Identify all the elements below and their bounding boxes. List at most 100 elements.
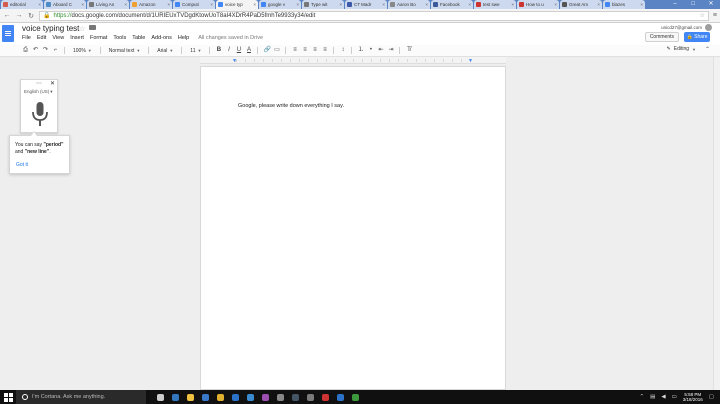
align-left-icon[interactable]: ≡ (291, 47, 298, 54)
close-tab-icon[interactable]: × (597, 2, 600, 7)
outlook-icon[interactable] (231, 393, 240, 402)
menu-item-addons[interactable]: Add-ons (151, 35, 172, 41)
xbox-icon[interactable] (351, 393, 360, 402)
avatar[interactable] (705, 24, 712, 31)
menu-item-edit[interactable]: Edit (37, 35, 46, 41)
left-indent-marker[interactable]: ▼ (232, 58, 237, 64)
close-tab-icon[interactable]: × (640, 2, 643, 7)
bold-button[interactable]: B (215, 47, 222, 54)
chrome-menu-icon[interactable]: ≡ (713, 12, 717, 19)
close-tab-icon[interactable]: × (511, 2, 514, 7)
decrease-indent-icon[interactable]: ⇤ (377, 47, 384, 54)
browser-tab[interactable]: Aboard C × (44, 0, 86, 9)
align-justify-icon[interactable]: ≡ (321, 47, 328, 54)
menu-item-insert[interactable]: Insert (70, 35, 84, 41)
steam-icon[interactable] (291, 393, 300, 402)
close-tab-icon[interactable]: × (167, 2, 170, 7)
more-options-icon[interactable]: ⋯ (36, 80, 42, 87)
document-title[interactable]: voice typing test (22, 24, 79, 33)
numbered-list-icon[interactable]: ⒈ (357, 47, 364, 54)
close-tab-icon[interactable]: × (339, 2, 342, 7)
menu-item-format[interactable]: Format (90, 35, 107, 41)
user-email[interactable]: unicd27@gmail.com (661, 25, 702, 30)
text-color-button[interactable]: A (245, 47, 252, 54)
chrome-icon[interactable] (216, 393, 225, 402)
got-it-button[interactable]: Got it (16, 162, 28, 168)
undo-icon[interactable]: ↶ (32, 47, 39, 54)
address-bar[interactable]: 🔒 https://docs.google.com/document/d/1UR… (39, 10, 709, 21)
browser-tab[interactable]: Computi × (173, 0, 215, 9)
share-button[interactable]: 🔒 Share (684, 32, 710, 42)
redo-icon[interactable]: ↷ (42, 47, 49, 54)
close-tab-icon[interactable]: × (468, 2, 471, 7)
close-tab-icon[interactable]: × (253, 2, 256, 7)
notifications-icon[interactable]: ▢ (709, 394, 714, 400)
network-icon[interactable]: ▤ (650, 394, 655, 400)
windows-start-icon[interactable] (0, 390, 16, 404)
docs-logo-icon[interactable] (2, 25, 14, 42)
file-explorer-icon[interactable] (186, 393, 195, 402)
menu-item-tools[interactable]: Tools (113, 35, 126, 41)
scrollbar[interactable] (713, 57, 720, 390)
close-tab-icon[interactable]: × (382, 2, 385, 7)
close-tab-icon[interactable]: × (38, 2, 41, 7)
browser-tab[interactable]: Amazon × (130, 0, 172, 9)
input-icon[interactable]: ▭ (672, 394, 677, 400)
microphone-icon[interactable] (31, 102, 49, 128)
browser-tab[interactable]: How to u × (517, 0, 559, 9)
browser-tab[interactable]: Living An × (87, 0, 129, 9)
music-icon[interactable] (321, 393, 330, 402)
store-icon[interactable] (201, 393, 210, 402)
align-right-icon[interactable]: ≡ (311, 47, 318, 54)
browser-tab[interactable]: test swe × (474, 0, 516, 9)
close-tab-icon[interactable]: × (296, 2, 299, 7)
menu-item-table[interactable]: Table (132, 35, 145, 41)
bookmark-star-icon[interactable]: ☆ (700, 12, 705, 19)
close-tab-icon[interactable]: × (425, 2, 428, 7)
browser-tab[interactable]: CT Madr × (345, 0, 387, 9)
bulleted-list-icon[interactable]: • (367, 47, 374, 54)
language-select[interactable]: English (US) ▾ (24, 89, 53, 95)
clear-formatting-icon[interactable]: T̸ (405, 47, 412, 54)
close-window-icon[interactable]: ✕ (702, 0, 720, 9)
line-spacing-icon[interactable]: ↕ (339, 47, 346, 54)
paint-format-icon[interactable]: ⌐ (52, 47, 59, 54)
close-icon[interactable]: ✕ (50, 80, 55, 87)
zoom-select[interactable]: 100% ▼ (70, 48, 95, 54)
menu-item-view[interactable]: View (52, 35, 64, 41)
volume-icon[interactable]: ◀ (661, 394, 665, 400)
browser-tab[interactable]: Facebook × (431, 0, 473, 9)
maximize-icon[interactable]: □ (684, 0, 702, 9)
comments-button[interactable]: Comments (644, 32, 679, 42)
print-icon[interactable]: ⎙ (22, 47, 29, 54)
collapse-menu-icon[interactable]: ⌃ (705, 46, 710, 53)
close-tab-icon[interactable]: × (124, 2, 127, 7)
folder-icon[interactable] (89, 25, 96, 30)
mode-select[interactable]: ✎ Editing ▼ (667, 46, 696, 52)
close-tab-icon[interactable]: × (81, 2, 84, 7)
reload-icon[interactable]: ↻ (27, 12, 35, 20)
align-center-icon[interactable]: ≡ (301, 47, 308, 54)
browser-tab[interactable]: Type wit × (302, 0, 344, 9)
photos-icon[interactable] (276, 393, 285, 402)
task-view-icon[interactable] (156, 393, 165, 402)
menu-item-help[interactable]: Help (178, 35, 189, 41)
settings-icon[interactable] (306, 393, 315, 402)
cortana-search[interactable]: I'm Cortana. Ask me anything. (16, 390, 146, 404)
onenote-icon[interactable] (261, 393, 270, 402)
browser-tab[interactable]: Aaron Bo × (388, 0, 430, 9)
browser-tab[interactable]: editorial × (1, 0, 43, 9)
forward-icon[interactable]: → (15, 12, 23, 19)
edge-icon[interactable] (171, 393, 180, 402)
font-select[interactable]: Arial ▼ (154, 48, 176, 54)
star-icon[interactable]: ☆ (79, 25, 85, 33)
comment-icon[interactable]: ▭ (273, 47, 280, 54)
browser-tab[interactable]: voice typ × (216, 0, 258, 9)
increase-indent-icon[interactable]: ⇥ (387, 47, 394, 54)
italic-button[interactable]: I (225, 47, 232, 54)
browser-tab[interactable]: blazes × (603, 0, 645, 9)
minimize-icon[interactable]: – (666, 0, 684, 9)
right-indent-marker[interactable]: ▼ (468, 58, 473, 64)
save-status[interactable]: All changes saved in Drive (198, 35, 263, 41)
chevron-up-icon[interactable]: ⌃ (640, 394, 645, 400)
